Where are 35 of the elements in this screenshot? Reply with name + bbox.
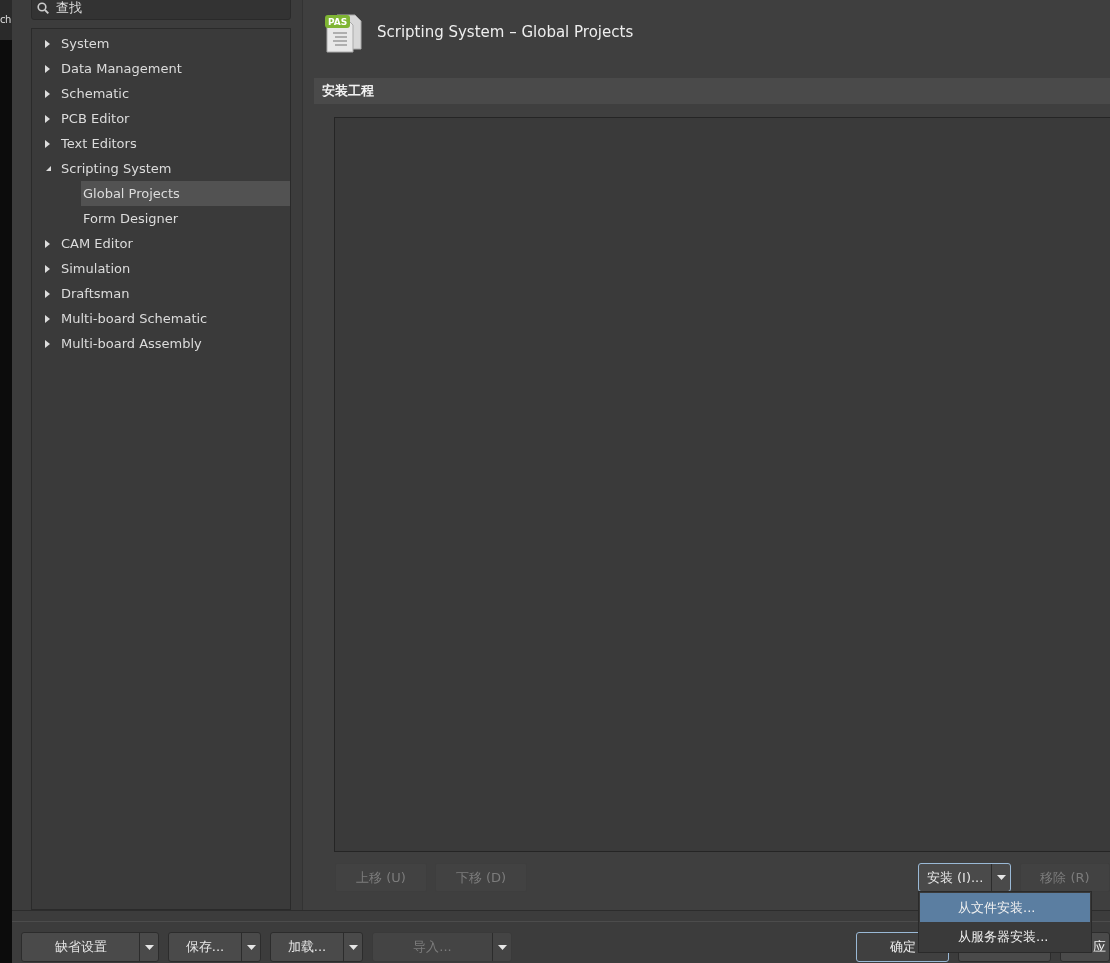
section-header: 安装工程 — [314, 78, 1110, 104]
expand-arrow-icon[interactable] — [45, 339, 50, 348]
expand-arrow-icon[interactable] — [45, 89, 50, 98]
expand-arrow-icon[interactable] — [45, 114, 50, 123]
expand-arrow-icon[interactable] — [45, 139, 50, 148]
caret-icon — [246, 944, 256, 950]
expand-arrow-icon[interactable] — [45, 39, 50, 48]
tree-item[interactable]: PCB Editor — [59, 106, 132, 131]
tree-item[interactable]: Multi-board Assembly — [59, 331, 204, 356]
tree-item[interactable]: Global Projects — [81, 181, 290, 206]
expand-arrow-icon[interactable] — [45, 264, 50, 273]
tree-item[interactable]: Simulation — [59, 256, 133, 281]
expand-arrow-icon[interactable] — [45, 314, 50, 323]
tree-item[interactable]: Scripting System — [59, 156, 174, 181]
collapse-arrow-icon[interactable] — [45, 165, 52, 172]
search-icon — [37, 2, 49, 14]
tree-item[interactable]: Draftsman — [59, 281, 132, 306]
window-tab-text: ch — [0, 14, 11, 25]
caret-icon — [996, 875, 1006, 880]
caret-icon — [497, 944, 507, 950]
tree-item[interactable]: Multi-board Schematic — [59, 306, 210, 331]
tree-item[interactable]: Schematic — [59, 81, 132, 106]
tree-item[interactable]: Data Management — [59, 56, 184, 81]
menu-item[interactable]: 从文件安装... — [920, 893, 1090, 922]
tree-item[interactable]: System — [59, 31, 112, 56]
page-title: Scripting System – Global Projects — [377, 21, 634, 43]
tree-item[interactable]: CAM Editor — [59, 231, 135, 256]
caret-icon — [144, 944, 154, 950]
expand-arrow-icon[interactable] — [45, 239, 50, 248]
expand-arrow-icon[interactable] — [45, 289, 50, 298]
tree-item[interactable]: Form Designer — [81, 206, 290, 231]
expand-arrow-icon[interactable] — [45, 64, 50, 73]
search-field[interactable]: 查找 — [31, 0, 291, 20]
caret-icon — [348, 944, 358, 950]
tree-item[interactable]: Text Editors — [59, 131, 139, 156]
